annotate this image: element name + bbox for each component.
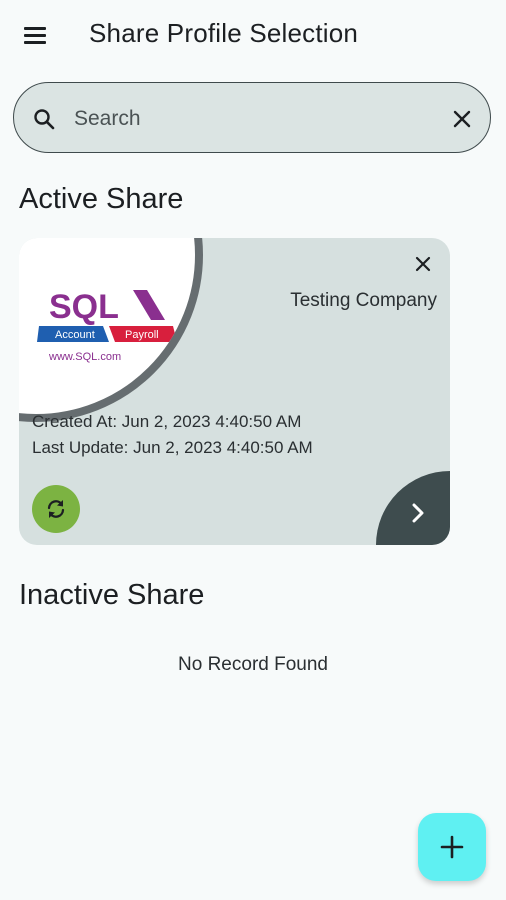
search-input[interactable]	[72, 101, 436, 137]
logo-url-text: www.SQL.com	[48, 351, 121, 363]
active-share-heading: Active Share	[19, 183, 184, 215]
company-logo-frame: SQL Account Payroll www.SQL.com	[19, 238, 203, 422]
menu-icon	[24, 27, 46, 30]
menu-icon-bar	[24, 34, 46, 37]
menu-icon-bar	[24, 41, 46, 44]
app-bar: Share Profile Selection	[0, 0, 506, 72]
logo-brand-text: SQL	[49, 288, 119, 326]
clear-search-icon[interactable]	[448, 105, 476, 133]
search-bar[interactable]	[13, 82, 491, 153]
sync-icon	[47, 500, 65, 518]
empty-state-text: No Record Found	[178, 654, 328, 675]
add-share-button[interactable]	[418, 813, 486, 881]
company-name: Testing Company	[290, 290, 437, 311]
logo-tag-account: Account	[55, 329, 95, 341]
created-at-text: Created At: Jun 2, 2023 4:40:50 AM	[32, 412, 302, 431]
page-title: Share Profile Selection	[89, 18, 359, 48]
search-icon	[34, 109, 55, 130]
remove-share-icon[interactable]	[411, 252, 435, 276]
company-logo: SQL Account Payroll www.SQL.com	[37, 288, 177, 363]
chevron-right-icon	[412, 503, 424, 523]
last-update-text: Last Update: Jun 2, 2023 4:40:50 AM	[32, 438, 313, 457]
active-share-card[interactable]: SQL Account Payroll www.SQL.com Testing …	[19, 238, 450, 545]
inactive-share-heading: Inactive Share	[19, 579, 205, 611]
menu-button[interactable]	[16, 16, 56, 56]
sync-button[interactable]	[32, 485, 80, 533]
open-share-button[interactable]	[376, 471, 450, 545]
logo-tag-payroll: Payroll	[125, 329, 159, 341]
plus-icon	[440, 835, 464, 859]
